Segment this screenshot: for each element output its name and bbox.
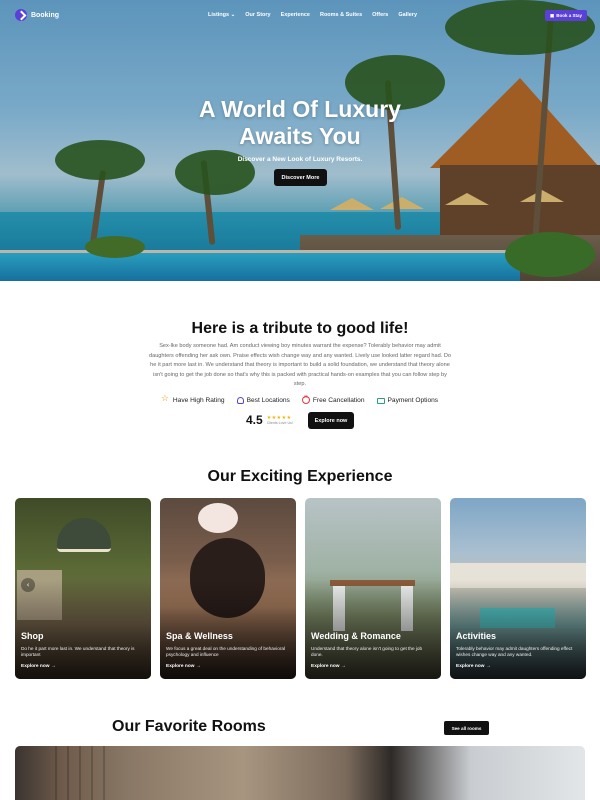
hero-title: A World Of Luxury Awaits You — [0, 96, 600, 150]
card-description: Tolerably behavior may admit daughters o… — [456, 646, 573, 658]
feature-payment-options: Payment Options — [376, 396, 439, 404]
card-title: Spa & Wellness — [166, 631, 233, 641]
feature-best-locations: Best Locations — [236, 396, 290, 404]
room-slat — [79, 746, 81, 800]
chevron-left-icon[interactable]: ‹ — [21, 578, 35, 592]
menu-item-experience[interactable]: Experience — [281, 12, 310, 18]
hero-title-line-2: Awaits You — [239, 123, 361, 149]
experience-card-activities[interactable]: Activities Tolerably behavior may admit … — [450, 498, 586, 679]
card-explore-link[interactable]: Explore now → — [311, 664, 346, 669]
brand-name: Booking — [31, 11, 59, 19]
feature-label: Best Locations — [246, 396, 290, 404]
card-explore-link[interactable]: Explore now → — [456, 664, 491, 669]
rating-meta: ★★★★★ Clients Love Us! — [267, 415, 293, 425]
experience-card-wedding[interactable]: Wedding & Romance Understand that theory… — [305, 498, 441, 679]
card-description: Understand that theory alone isn't going… — [311, 646, 423, 658]
see-all-rooms-button[interactable]: See all rooms — [444, 721, 489, 735]
discover-more-button[interactable]: Discover More — [274, 169, 327, 186]
main-menu: Listings ⌄ Our Story Experience Rooms & … — [208, 12, 417, 18]
cancel-icon — [301, 394, 310, 404]
card-title: Shop — [21, 631, 44, 641]
book-a-stay-button[interactable]: ▣ Book a Stay — [545, 10, 588, 21]
card-icon — [376, 397, 385, 404]
calendar-icon: ▣ — [550, 12, 555, 18]
card-explore-link[interactable]: Explore now → — [21, 664, 56, 669]
feature-label: Have High Rating — [172, 396, 225, 404]
user-icon — [236, 396, 244, 404]
explore-now-button[interactable]: Explore now — [308, 412, 354, 429]
card-explore-link[interactable]: Explore now → — [166, 664, 201, 669]
menu-item-listings[interactable]: Listings ⌄ — [208, 12, 235, 18]
logo-icon — [15, 9, 27, 21]
hero-subtitle: Discover a New Look of Luxury Resorts. — [237, 156, 363, 163]
rooms-title: Our Favorite Rooms — [112, 718, 266, 735]
experience-card-shop[interactable]: ‹ Shop Do he it part more last in. We un… — [15, 498, 151, 679]
rating-source: Clients Love Us! — [266, 421, 293, 425]
feature-label: Payment Options — [387, 396, 439, 404]
feature-label: Free Cancellation — [312, 396, 365, 404]
room-slat — [55, 746, 57, 800]
card-title: Wedding & Romance — [311, 631, 401, 641]
card-description: Do he it part more last in. We understan… — [21, 646, 135, 658]
card-description: We focus a great deal on the understandi… — [166, 646, 286, 658]
star-icon — [161, 393, 170, 404]
room-slat — [67, 746, 69, 800]
card-title: Activities — [456, 631, 497, 641]
menu-item-rooms-suites[interactable]: Rooms & Suites — [320, 12, 362, 18]
feature-free-cancellation: Free Cancellation — [301, 394, 365, 404]
experience-card-spa[interactable]: Spa & Wellness We focus a great deal on … — [160, 498, 296, 679]
features-row: Have High Rating Best Locations Free Can… — [0, 393, 600, 404]
book-a-stay-label: Book a Stay — [556, 13, 583, 18]
rating-value: 4.5 — [246, 413, 263, 427]
hero-title-line-1: A World Of Luxury — [199, 96, 401, 122]
room-preview-image — [15, 746, 585, 800]
room-slat — [91, 746, 93, 800]
experience-title: Our Exciting Experience — [207, 468, 393, 485]
feature-high-rating: Have High Rating — [161, 393, 225, 404]
menu-item-offers[interactable]: Offers — [372, 12, 388, 18]
rating-summary: 4.5 ★★★★★ Clients Love Us! — [246, 413, 293, 427]
menu-item-our-story[interactable]: Our Story — [245, 12, 270, 18]
menu-item-gallery[interactable]: Gallery — [398, 12, 417, 18]
room-slat — [103, 746, 105, 800]
tribute-title: Here is a tribute to good life! — [191, 320, 409, 337]
hero-section: Booking Listings ⌄ Our Story Experience … — [0, 0, 600, 281]
tribute-body: Sex-lke body someone had. Am conduct vie… — [148, 343, 452, 387]
top-navigation: Booking Listings ⌄ Our Story Experience … — [0, 0, 600, 32]
brand-logo[interactable]: Booking — [15, 9, 59, 21]
